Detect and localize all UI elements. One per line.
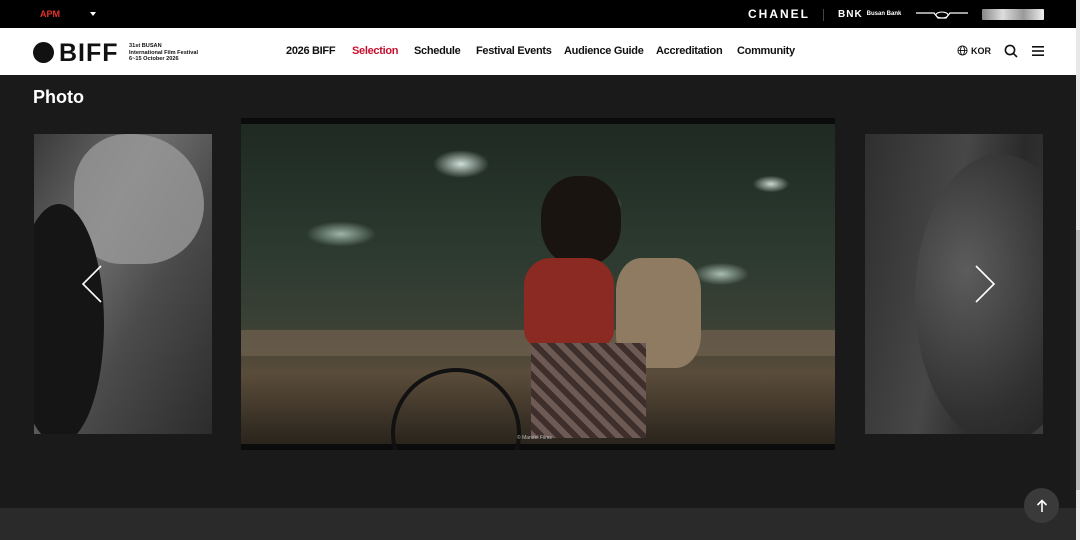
photo-detail [531,343,646,438]
nav-item-festival-events[interactable]: Festival Events [476,45,552,57]
section-title: Photo [33,87,84,107]
chevron-right-icon[interactable] [973,264,997,304]
nav-item-audience-guide[interactable]: Audience Guide [564,45,644,57]
nav-item-2026-biff[interactable]: 2026 BIFF [286,45,336,57]
sponsor-bar: APM CHANEL BNK Busan Bank [0,0,1080,28]
region-select-label[interactable]: APM [40,9,60,19]
globe-icon [957,45,968,56]
search-icon[interactable] [1004,44,1018,58]
logo-line-1: 31st BUSAN [129,43,162,49]
nav-item-schedule[interactable]: Schedule [414,45,461,57]
language-label: KOR [971,45,991,56]
nav-item-accreditation[interactable]: Accreditation [656,45,723,57]
footer-edge [0,508,1076,540]
gallery-slide-active[interactable]: © Mandel Films [241,118,835,450]
photo-detail [74,134,204,264]
biff-logo-mark-icon[interactable] [33,42,54,63]
bnk-subtitle: Busan Bank [866,11,902,17]
photo-detail [541,176,621,266]
gallery-slide-prev[interactable] [34,134,212,434]
back-to-top-button[interactable] [1024,488,1059,523]
logo-line-2: International Film Festival [129,49,199,56]
sponsor-divider [823,9,824,21]
sponsor-bnk-logo[interactable]: BNK Busan Bank [838,0,901,28]
caret-down-icon[interactable] [90,12,96,16]
gallery-slide-next[interactable] [865,134,1043,434]
sponsor-logo-4[interactable] [982,9,1044,20]
photo-credit: © Mandel Films [517,435,552,441]
biff-logo-subtitle: 31st BUSAN International Film Festival 6… [129,43,198,63]
photo-detail [524,258,614,348]
chevron-left-icon[interactable] [80,264,104,304]
biff-logo-wordmark[interactable]: BIFF [59,39,119,68]
bnk-wordmark: BNK [838,8,863,20]
nav-item-community[interactable]: Community [737,45,795,57]
language-switch[interactable]: KOR [957,45,991,56]
scrollbar-thumb[interactable] [1076,230,1080,490]
hamburger-icon[interactable] [1032,46,1044,56]
arrow-up-icon [1036,498,1047,512]
sponsor-genesis-logo[interactable] [916,10,968,20]
page-scrollbar[interactable] [1076,0,1080,540]
logo-line-3: 6~15 October 2026 [129,56,179,63]
sponsor-chanel-logo[interactable]: CHANEL [748,0,810,28]
nav-item-selection[interactable]: Selection [352,45,399,57]
